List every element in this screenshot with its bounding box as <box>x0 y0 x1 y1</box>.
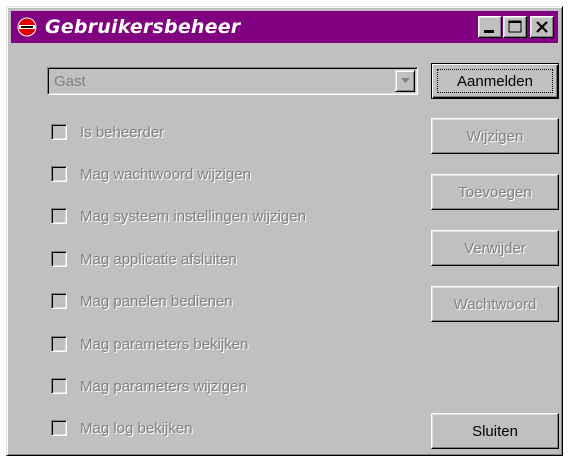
checkbox[interactable] <box>51 378 67 394</box>
caption-buttons <box>477 16 554 38</box>
edit-button[interactable]: Wijzigen <box>431 118 559 154</box>
maximize-button[interactable] <box>503 16 527 38</box>
permission-label: Mag log bekijken <box>80 419 193 437</box>
permission-view-parameters[interactable]: Mag parameters bekijken <box>51 334 248 354</box>
checkbox[interactable] <box>51 251 67 267</box>
password-button[interactable]: Wachtwoord <box>431 286 559 322</box>
permission-change-system-settings[interactable]: Mag systeem instellingen wijzigen <box>51 206 306 226</box>
delete-button-label: Verwijder <box>464 239 526 257</box>
permission-label: Mag wachtwoord wijzigen <box>80 165 251 183</box>
close-button-label: Sluiten <box>472 422 518 440</box>
permission-label: Mag panelen bedienen <box>80 292 233 310</box>
checkbox[interactable] <box>51 208 67 224</box>
close-icon <box>536 21 548 33</box>
maximize-icon <box>508 20 522 33</box>
checkbox[interactable] <box>51 166 67 182</box>
login-button[interactable]: Aanmelden <box>431 63 559 99</box>
user-select[interactable]: Gast <box>47 67 418 95</box>
add-button[interactable]: Toevoegen <box>431 174 559 210</box>
user-management-window: Gebruikersbeheer Gast Is beheerder Mag w… <box>6 6 563 456</box>
permission-label: Mag applicatie afsluiten <box>80 250 237 268</box>
user-select-value: Gast <box>54 73 86 90</box>
delete-button[interactable]: Verwijder <box>431 230 559 266</box>
permission-label: Is beheerder <box>80 123 165 141</box>
title-bar[interactable]: Gebruikersbeheer <box>11 11 558 43</box>
minimize-icon <box>484 30 494 33</box>
checkbox[interactable] <box>51 420 67 436</box>
window-title: Gebruikersbeheer <box>45 16 241 38</box>
password-button-label: Wachtwoord <box>453 295 537 313</box>
edit-button-label: Wijzigen <box>466 127 524 145</box>
permission-label: Mag systeem instellingen wijzigen <box>80 207 306 225</box>
checkbox[interactable] <box>51 124 67 140</box>
permission-close-application[interactable]: Mag applicatie afsluiten <box>51 249 237 269</box>
chevron-down-icon <box>401 78 410 83</box>
checkbox[interactable] <box>51 293 67 309</box>
add-button-label: Toevoegen <box>458 183 532 201</box>
dropdown-button[interactable] <box>395 70 415 92</box>
minimize-button[interactable] <box>478 16 502 38</box>
permission-operate-panels[interactable]: Mag panelen bedienen <box>51 291 233 311</box>
permission-label: Mag parameters bekijken <box>80 335 249 353</box>
permission-is-admin[interactable]: Is beheerder <box>51 122 164 142</box>
permission-label: Mag parameters wijzigen <box>80 377 247 395</box>
permission-change-password[interactable]: Mag wachtwoord wijzigen <box>51 164 251 184</box>
focus-rect <box>437 69 553 93</box>
close-button[interactable]: Sluiten <box>431 413 559 449</box>
permission-change-parameters[interactable]: Mag parameters wijzigen <box>51 376 247 396</box>
permission-view-log[interactable]: Mag log bekijken <box>51 418 193 438</box>
app-logo-icon <box>17 17 37 37</box>
close-window-button[interactable] <box>530 16 554 38</box>
checkbox[interactable] <box>51 336 67 352</box>
